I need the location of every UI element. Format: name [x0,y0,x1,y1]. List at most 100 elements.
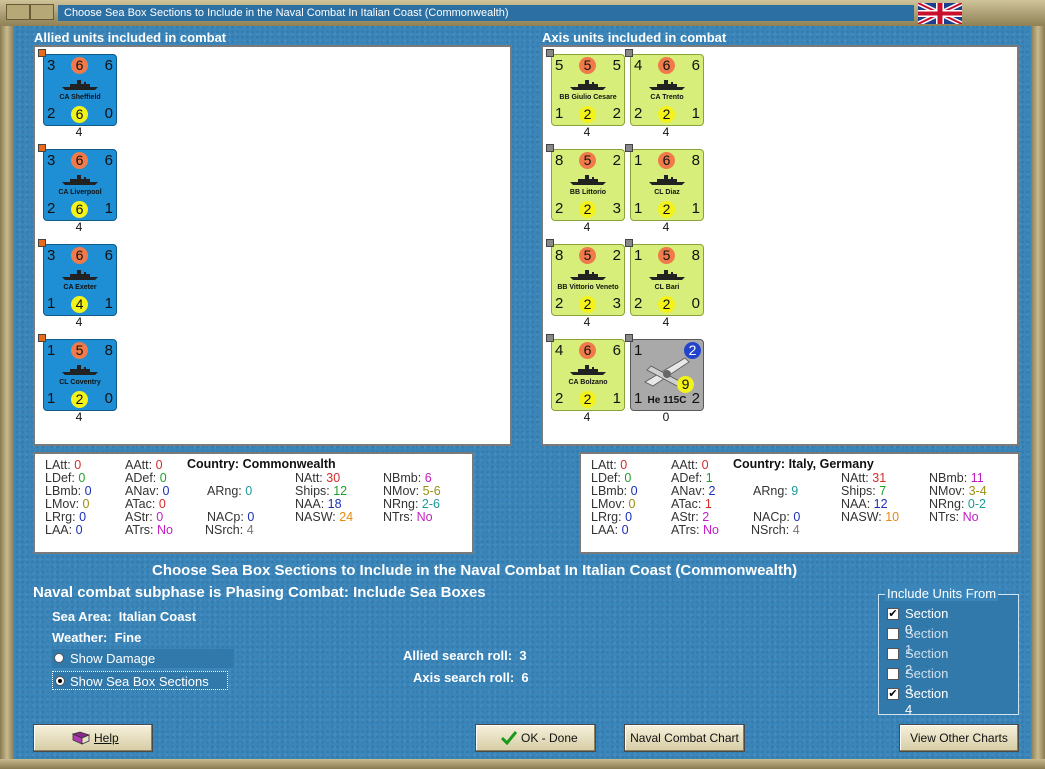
unit-counter[interactable]: 3 6 6 CA Liverpool 2 6 1 [43,149,117,221]
stat-ships: Ships: 7 [841,484,886,498]
unit-top-left: 3 [47,152,56,169]
ok-done-button[interactable]: OK - Done [475,724,596,752]
window-title: Choose Sea Box Sections to Include in th… [58,5,914,21]
unit-name: BB Giulio Cesare [559,94,617,101]
unit-bottom-left: 1 [555,105,564,122]
unit-defense-value: 2 [579,391,596,408]
section-2-checkbox[interactable] [887,648,899,660]
stat-label: LDef: [45,471,75,485]
stat-nbmb: NBmb: 11 [929,471,984,485]
unit-count: 4 [583,220,591,234]
minimize-button[interactable] [30,4,54,20]
unit-bottom-right: 2 [612,105,621,122]
unit-count: 4 [75,315,83,329]
unit-counter[interactable]: 1 5 8 CL Bari 2 2 0 [630,244,704,316]
unit-count: 4 [662,315,670,329]
unit-defense-value: 2 [579,106,596,123]
stat-value: 0 [84,484,92,498]
unit-top-right: 6 [104,247,113,264]
stat-value: 0 [159,471,167,485]
title-bar: Choose Sea Box Sections to Include in th… [0,0,1045,26]
sea-area-row: Sea Area: Italian Coast [52,609,196,624]
section-3-checkbox[interactable] [887,668,899,680]
stat-adef: ADef: 0 [125,471,167,485]
subphase-heading: Naval combat subphase is Phasing Combat:… [33,584,486,601]
naval-combat-chart-button[interactable]: Naval Combat Chart [624,724,745,752]
stat-ntrs: NTrs: No [383,510,433,524]
stat-aatt: AAtt: 0 [671,458,709,472]
stat-value: No [416,510,433,524]
unit-bottom-right: 2 [691,390,700,407]
stat-label: NAtt: [841,471,869,485]
unit-counter[interactable]: 4 6 6 CA Bolzano 2 2 1 [551,339,625,411]
axis-stats-panel: LAtt: 0 LDef: 0 LBmb: 0 LMov: 0 LRrg: 0 LAA: … [579,452,1020,554]
stat-label: NSrch: [751,523,790,537]
section-0-checkbox[interactable]: ✔ [887,608,899,620]
unit-counter[interactable]: 3 6 6 CA Sheffield 2 6 0 [43,54,117,126]
unit-counter[interactable]: 1 5 8 CL Coventry 1 2 0 [43,339,117,411]
unit-bottom-left: 2 [555,295,564,312]
stat-label: NSrch: [205,523,244,537]
stat-label: LRrg: [45,510,76,524]
unit-bottom-right: 1 [612,390,621,407]
stat-label: NASW: [295,510,336,524]
axis-units-panel: 5 5 5 BB Giulio Cesare 1 2 2 4 4 6 6 CA Trento 2 2 1 4 8… [541,45,1019,446]
unit-defense-value: 2 [579,296,596,313]
axis-search-label: Axis search roll: [413,670,515,685]
help-button[interactable]: Help [33,724,153,752]
section-4-checkbox[interactable]: ✔ [887,688,899,700]
warship-icon [570,270,606,280]
show-sea-box-option[interactable]: Show Sea Box Sections [52,671,228,690]
stat-value: 0 [630,484,638,498]
unit-attack-value: 6 [658,152,675,169]
stat-atac: ATac: 1 [671,497,712,511]
stat-value: 5-6 [422,484,441,498]
warship-icon [649,175,685,185]
axis-search-value: 6 [521,670,529,685]
unit-counter[interactable]: 1 2 9 1 He 115C 2 [630,339,704,411]
stat-label: AStr: [671,510,699,524]
show-sea-box-radio[interactable] [55,676,65,686]
unit-name: CL Coventry [59,379,101,386]
unit-counter[interactable]: 4 6 6 CA Trento 2 2 1 [630,54,704,126]
system-menu-button[interactable] [6,4,30,20]
allied-stats-panel: LAtt: 0 LDef: 0 LBmb: 0 LMov: 0 LRrg: 0 LAA: … [33,452,474,554]
stat-lmov: LMov: 0 [45,497,89,511]
main-heading: Choose Sea Box Sections to Include in th… [152,562,798,579]
stat-nmov: NMov: 3-4 [929,484,987,498]
stat-label: ADef: [671,471,703,485]
stat-value: 4 [792,523,800,537]
stat-label: NRng: [929,497,965,511]
unit-counter[interactable]: 8 5 2 BB Littorio 2 2 3 [551,149,625,221]
section-1-checkbox[interactable] [887,628,899,640]
unit-top-right: 6 [691,57,700,74]
unit-bottom-left: 2 [634,295,643,312]
stat-value: 31 [872,471,887,485]
unit-count: 4 [583,315,591,329]
stat-label: LAA: [591,523,619,537]
unit-counter[interactable]: 5 5 5 BB Giulio Cesare 1 2 2 [551,54,625,126]
stat-nsrch: NSrch: 4 [751,523,800,537]
stat-label: ATac: [125,497,156,511]
show-damage-radio[interactable] [54,653,64,663]
unit-bottom-left: 1 [47,390,56,407]
unit-counter[interactable]: 8 5 2 BB Vittorio Veneto 2 2 3 [551,244,625,316]
stat-value: 10 [885,510,900,524]
allied-search-label: Allied search roll: [403,648,513,663]
stat-value: 12 [873,497,888,511]
warship-icon [62,270,98,280]
weather-row: Weather: Fine [52,630,141,645]
unit-attack-value: 6 [71,152,88,169]
unit-attack-value: 5 [579,247,596,264]
weather-label: Weather: [52,630,108,645]
unit-counter[interactable]: 1 6 8 CL Diaz 1 2 1 [630,149,704,221]
show-damage-option[interactable]: Show Damage [52,649,234,668]
include-units-group: Include Units From ✔ Section 0 Section 1 Se… [878,586,1019,717]
stat-value: 1 [704,497,712,511]
unit-status-marker [625,144,633,152]
view-other-charts-button[interactable]: View Other Charts [899,724,1019,752]
unit-counter[interactable]: 3 6 6 CA Exeter 1 4 1 [43,244,117,316]
stat-aatt: AAtt: 0 [125,458,163,472]
stat-label: Ships: [841,484,876,498]
unit-bottom-right: 3 [612,295,621,312]
